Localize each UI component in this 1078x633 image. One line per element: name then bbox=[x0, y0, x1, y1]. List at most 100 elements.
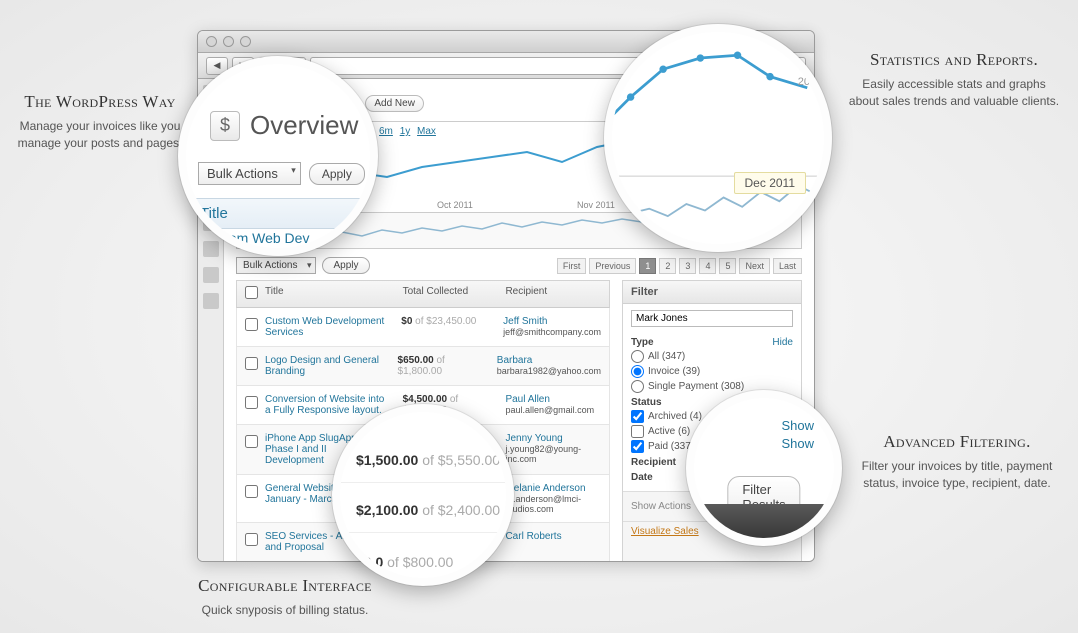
table-row: Custom Web Development Services$0 of $23… bbox=[236, 308, 610, 347]
bulk-actions-select[interactable]: Bulk Actions bbox=[236, 257, 316, 274]
y-tick: 20 bbox=[798, 76, 810, 88]
hide-link[interactable]: Hide bbox=[772, 337, 793, 348]
check-active[interactable] bbox=[631, 425, 644, 438]
x-tick: Oct 2011 bbox=[437, 200, 473, 210]
check-paid[interactable] bbox=[631, 440, 644, 453]
x-tick: Nov 2011 bbox=[577, 200, 615, 210]
table-row: Logo Design and General Branding$650.00 … bbox=[236, 347, 610, 386]
recipient-email: jeff@smithcompany.com bbox=[503, 327, 601, 337]
col-total[interactable]: Total Collected bbox=[395, 281, 498, 307]
opt-label: Invoice (39) bbox=[648, 366, 700, 377]
page-4[interactable]: 4 bbox=[699, 258, 716, 274]
callout-config: Configurable Interface Quick snyposis of… bbox=[150, 576, 420, 619]
page-prev[interactable]: Previous bbox=[589, 258, 636, 274]
table-header: Title Total Collected Recipient bbox=[236, 280, 610, 308]
opt-all[interactable]: All (347) bbox=[631, 350, 793, 363]
callout-body: Manage your invoices like you manage you… bbox=[10, 118, 190, 153]
add-new-button[interactable]: Add New bbox=[365, 95, 424, 112]
filter-status-label: Status bbox=[631, 397, 662, 408]
check-archived[interactable] bbox=[631, 410, 644, 423]
radio-invoice[interactable] bbox=[631, 365, 644, 378]
callout-title: Statistics and Reports. bbox=[846, 50, 1062, 70]
total-amount: $2,400.00 bbox=[438, 502, 500, 518]
paid-amount: $2,100.00 bbox=[356, 502, 418, 518]
magnifier-overview: $ Overview Bulk Actions Apply Title Cust… bbox=[178, 56, 378, 256]
page-title-zoom: $ Overview bbox=[210, 110, 358, 141]
callout-title: Advanced Filtering. bbox=[850, 432, 1064, 452]
callout-title: Configurable Interface bbox=[150, 576, 420, 596]
magnifier-totals: $1,500.00 of $5,550.00 $2,100.00 of $2,4… bbox=[332, 404, 514, 586]
traffic-light-max-icon[interactable] bbox=[240, 36, 251, 47]
show-link[interactable]: Show bbox=[781, 436, 814, 451]
show-actions-link[interactable]: Show Actions bbox=[631, 501, 691, 512]
recipient-name[interactable]: Barbara bbox=[497, 355, 601, 366]
range-selector[interactable]: 6m 1y Max bbox=[377, 126, 438, 137]
range-1y[interactable]: 1y bbox=[400, 126, 411, 137]
apply-button[interactable]: Apply bbox=[322, 257, 369, 274]
recipient-name[interactable]: Paul Allen bbox=[505, 394, 601, 405]
callout-body: Filter your invoices by title, payment s… bbox=[850, 458, 1064, 493]
opt-invoice[interactable]: Invoice (39) bbox=[631, 365, 793, 378]
recipient-email: j.young82@young-inc.com bbox=[505, 444, 601, 464]
radio-single[interactable] bbox=[631, 380, 644, 393]
paid-amount: $0 bbox=[401, 316, 412, 327]
page-5[interactable]: 5 bbox=[719, 258, 736, 274]
filter-search-input[interactable] bbox=[631, 310, 793, 327]
opt-label: Active (6) bbox=[648, 426, 690, 437]
dollar-icon: $ bbox=[210, 111, 240, 141]
filter-heading: Filter bbox=[623, 281, 801, 304]
magnifier-graph: 20 Dec 2011 bbox=[604, 24, 832, 252]
opt-label: All (347) bbox=[648, 351, 685, 362]
page-first[interactable]: First bbox=[557, 258, 587, 274]
page-1[interactable]: 1 bbox=[639, 258, 656, 274]
recipient-name[interactable]: Carl Roberts bbox=[505, 531, 601, 542]
range-6m[interactable]: 6m bbox=[379, 126, 393, 137]
opt-label: Single Payment (308) bbox=[648, 381, 744, 392]
page-3[interactable]: 3 bbox=[679, 258, 696, 274]
page-last[interactable]: Last bbox=[773, 258, 802, 274]
sidebar-icon[interactable] bbox=[203, 267, 219, 283]
of-label: of bbox=[422, 502, 434, 518]
recipient-name[interactable]: Jenny Young bbox=[505, 433, 601, 444]
callout-filter: Advanced Filtering. Filter your invoices… bbox=[850, 432, 1064, 493]
col-title[interactable]: Title bbox=[257, 281, 395, 307]
magnifier-filter: Show Show Filter Results bbox=[686, 390, 842, 546]
page-next[interactable]: Next bbox=[739, 258, 770, 274]
title-column-header[interactable]: Title bbox=[186, 198, 370, 229]
chart-zoom-icon bbox=[612, 32, 824, 244]
callout-wordpress: The WordPress Way Manage your invoices l… bbox=[10, 92, 190, 153]
overview-label: Overview bbox=[250, 110, 358, 141]
total-amount: $5,550.00 bbox=[438, 452, 500, 468]
recipient-name[interactable]: Melanie Anderson bbox=[505, 483, 601, 494]
bulk-label: Bulk Actions bbox=[207, 166, 278, 181]
sidebar-icon[interactable] bbox=[203, 293, 219, 309]
range-max[interactable]: Max bbox=[417, 126, 436, 137]
recipient-email: paul.allen@gmail.com bbox=[505, 405, 601, 415]
highlight-label: Dec 2011 bbox=[734, 172, 806, 194]
total-row: $2,100.00 of $2,400.00 bbox=[340, 488, 506, 533]
radio-all[interactable] bbox=[631, 350, 644, 363]
total-row: $1,500.00 of $5,550.00 bbox=[340, 438, 506, 483]
paid-amount: $650.00 bbox=[398, 355, 434, 366]
bulk-actions-select[interactable]: Bulk Actions bbox=[198, 162, 301, 185]
traffic-light-min-icon[interactable] bbox=[223, 36, 234, 47]
show-link[interactable]: Show bbox=[781, 418, 814, 433]
page-2[interactable]: 2 bbox=[659, 258, 676, 274]
recipient-email: barbara1982@yahoo.com bbox=[497, 366, 601, 376]
callout-stats: Statistics and Reports. Easily accessibl… bbox=[846, 50, 1062, 111]
of-label: of bbox=[422, 452, 434, 468]
recipient-name[interactable]: Jeff Smith bbox=[503, 316, 601, 327]
callout-title: The WordPress Way bbox=[10, 92, 190, 112]
total-amount: $800.00 bbox=[403, 554, 454, 570]
invoice-title-link[interactable]: Custom Web Development Services bbox=[265, 316, 384, 338]
apply-button[interactable]: Apply bbox=[309, 163, 365, 185]
total-row: $0.0 of $800.00 bbox=[340, 540, 506, 584]
callout-body: Quick snyposis of billing status. bbox=[150, 602, 420, 619]
invoice-link[interactable]: Custom Web Dev bbox=[200, 230, 309, 246]
bulk-actions-label: Bulk Actions bbox=[243, 260, 297, 271]
callout-body: Easily accessible stats and graphs about… bbox=[846, 76, 1062, 111]
invoice-title-link[interactable]: Logo Design and General Branding bbox=[265, 355, 379, 377]
traffic-light-close-icon[interactable] bbox=[206, 36, 217, 47]
pagination: First Previous 1 2 3 4 5 Next Last bbox=[557, 258, 802, 274]
col-recipient[interactable]: Recipient bbox=[497, 281, 609, 307]
